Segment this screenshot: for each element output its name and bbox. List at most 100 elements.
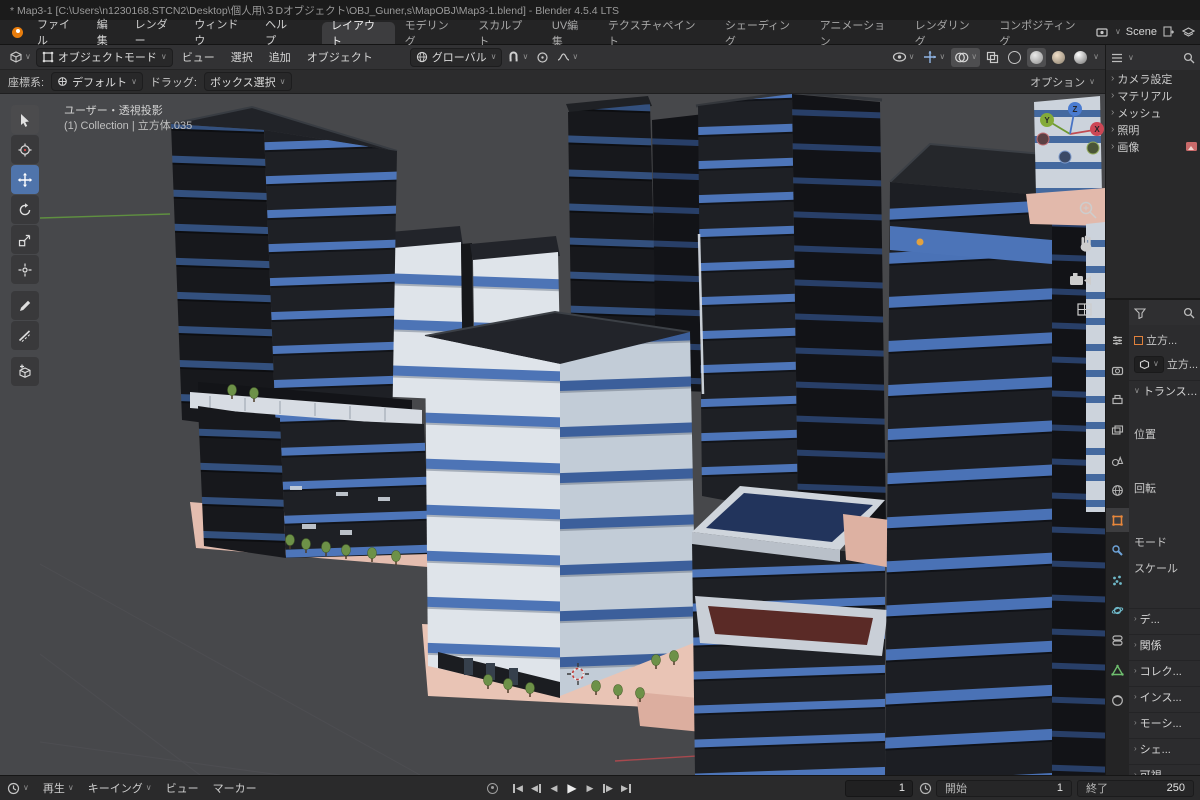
properties-filter-icon[interactable]	[1133, 306, 1147, 320]
menu-file[interactable]: ファイル	[29, 20, 89, 44]
building-edge-dark[interactable]	[1086, 512, 1105, 775]
frame-start-field[interactable]: 開始 1	[936, 780, 1072, 797]
outliner-item-lights[interactable]: › 照明	[1106, 121, 1200, 138]
tab-sculpt[interactable]: スカルプト	[469, 22, 542, 44]
tool-scale[interactable]	[11, 225, 39, 254]
viewport-3d-scene[interactable]: X Y Z	[40, 94, 1105, 775]
section-visibility[interactable]: ›可視...	[1129, 764, 1200, 775]
prev-keyframe-button[interactable]: ◀	[528, 780, 544, 797]
section-instancing[interactable]: ›インス...	[1129, 686, 1200, 706]
object-datablock-field[interactable]: ∨	[1134, 356, 1164, 373]
tool-move[interactable]	[11, 165, 39, 194]
shading-material-button[interactable]	[1049, 48, 1068, 67]
shading-solid-button[interactable]	[1027, 48, 1046, 67]
tool-select-box[interactable]	[11, 105, 39, 134]
tool-annotate[interactable]	[11, 291, 39, 320]
outliner-item-images[interactable]: › 画像	[1106, 138, 1200, 155]
outliner-display-chevron[interactable]: ∨	[1128, 54, 1134, 62]
tab-modifiers-icon[interactable]	[1106, 538, 1129, 562]
shading-rendered-button[interactable]	[1071, 48, 1090, 67]
gizmo-axis-y-neg[interactable]	[1087, 142, 1099, 154]
view-layer-icon[interactable]	[1181, 25, 1195, 39]
blender-logo-icon[interactable]	[10, 25, 25, 40]
gizmo-axis-x-neg[interactable]	[1037, 133, 1049, 145]
timeline-menu-playback[interactable]: 再生∨	[36, 780, 81, 796]
tab-particles-icon[interactable]	[1106, 568, 1129, 592]
tab-animation[interactable]: アニメーション	[811, 22, 905, 44]
scene-name[interactable]: Scene	[1126, 26, 1157, 38]
tab-compositing[interactable]: コンポジティング	[990, 22, 1095, 44]
tab-modeling[interactable]: モデリング	[396, 22, 469, 44]
timeline-menu-marker[interactable]: マーカー	[206, 780, 264, 796]
outliner-item-mesh[interactable]: › メッシュ	[1106, 104, 1200, 121]
menu-select[interactable]: 選択	[224, 49, 260, 65]
tool-cursor[interactable]	[11, 135, 39, 164]
tool-rotate[interactable]	[11, 195, 39, 224]
menu-edit[interactable]: 編集	[89, 20, 127, 44]
tab-layout[interactable]: レイアウト	[322, 22, 395, 44]
menu-object[interactable]: オブジェクト	[300, 49, 380, 65]
shading-wireframe-button[interactable]	[1005, 48, 1024, 67]
tool-measure[interactable]	[11, 321, 39, 350]
tab-uv[interactable]: UV編集	[543, 22, 598, 44]
jump-to-start-button[interactable]: ◀	[510, 780, 526, 797]
tool-transform[interactable]	[11, 255, 39, 284]
play-reverse-button[interactable]: ◀	[546, 780, 562, 797]
tab-shading[interactable]: シェーディング	[716, 22, 810, 44]
tab-physics-icon[interactable]	[1106, 598, 1129, 622]
outliner-item-camera-settings[interactable]: › カメラ設定	[1106, 70, 1200, 87]
mode-select[interactable]: オブジェクトモード ∨	[36, 48, 173, 67]
section-delta-transform[interactable]: ›デ...	[1129, 608, 1200, 628]
gizmos-toggle-button[interactable]: ∨	[920, 48, 948, 67]
pan-hand-icon[interactable]	[1081, 236, 1092, 252]
tab-object-icon[interactable]	[1106, 508, 1129, 532]
next-frame-button[interactable]: ▶	[582, 780, 598, 797]
menu-add[interactable]: 追加	[262, 49, 298, 65]
tab-texturepaint[interactable]: テクスチャペイント	[599, 22, 715, 44]
menu-window[interactable]: ウィンドウ	[186, 20, 257, 44]
section-shading[interactable]: ›シェ...	[1129, 738, 1200, 758]
xray-toggle-button[interactable]	[983, 48, 1002, 67]
tab-constraints-icon[interactable]	[1106, 628, 1129, 652]
tab-render-icon[interactable]	[1106, 358, 1129, 382]
scene-icon[interactable]	[1096, 25, 1110, 39]
tab-material-icon[interactable]	[1106, 688, 1129, 712]
options-label[interactable]: オプション	[1030, 74, 1085, 90]
shading-dropdown-chevron[interactable]: ∨	[1093, 53, 1099, 61]
options-chevron[interactable]: ∨	[1089, 78, 1095, 86]
viewport-3d[interactable]: ユーザー・透視投影 (1) Collection | 立方体.035	[0, 94, 1105, 775]
building-edge-white[interactable]	[1086, 222, 1105, 514]
building-tall-center-right[interactable]	[696, 94, 886, 526]
outliner-display-mode-icon[interactable]	[1110, 51, 1124, 65]
use-preview-range-icon[interactable]	[918, 781, 932, 795]
editor-type-button[interactable]: ∨	[6, 48, 34, 67]
building-right-tower[interactable]	[885, 144, 1088, 775]
frame-end-field[interactable]: 終了 250	[1077, 780, 1194, 797]
play-button[interactable]: ▶	[564, 780, 580, 797]
auto-key-toggle[interactable]	[487, 783, 498, 794]
transform-orientation-select[interactable]: グローバル ∨	[410, 48, 503, 67]
timeline-menu-view[interactable]: ビュー	[159, 780, 206, 796]
tab-data-icon[interactable]	[1106, 658, 1129, 682]
tab-world-icon[interactable]	[1106, 478, 1129, 502]
menu-help[interactable]: ヘルプ	[257, 20, 306, 44]
tab-scene-icon[interactable]	[1106, 448, 1129, 472]
gizmo-axis-z-neg[interactable]	[1059, 151, 1071, 163]
timeline-menu-keying[interactable]: キーイング∨	[81, 780, 159, 796]
scene-dropdown-chevron[interactable]: ∨	[1115, 28, 1121, 36]
section-collections[interactable]: ›コレク...	[1129, 660, 1200, 680]
snap-magnet-button[interactable]: ∨	[504, 48, 531, 67]
tab-viewlayer-icon[interactable]	[1106, 418, 1129, 442]
current-frame-field[interactable]: 1	[845, 780, 913, 797]
tool-add-cube[interactable]	[11, 357, 39, 386]
outliner-item-materials[interactable]: › マテリアル	[1106, 87, 1200, 104]
menu-view[interactable]: ビュー	[175, 49, 222, 65]
proportional-edit-button[interactable]	[533, 48, 552, 67]
object-visibility-button[interactable]: ∨	[889, 48, 918, 67]
coord-system-select[interactable]: デフォルト ∨	[51, 72, 143, 91]
drag-mode-select[interactable]: ボックス選択 ∨	[204, 72, 292, 91]
section-transform[interactable]: ∨ トランスフォーム	[1129, 380, 1200, 400]
outliner-search-icon[interactable]	[1182, 51, 1196, 65]
building-left-tower[interactable]	[171, 107, 430, 565]
tab-output-icon[interactable]	[1106, 388, 1129, 412]
